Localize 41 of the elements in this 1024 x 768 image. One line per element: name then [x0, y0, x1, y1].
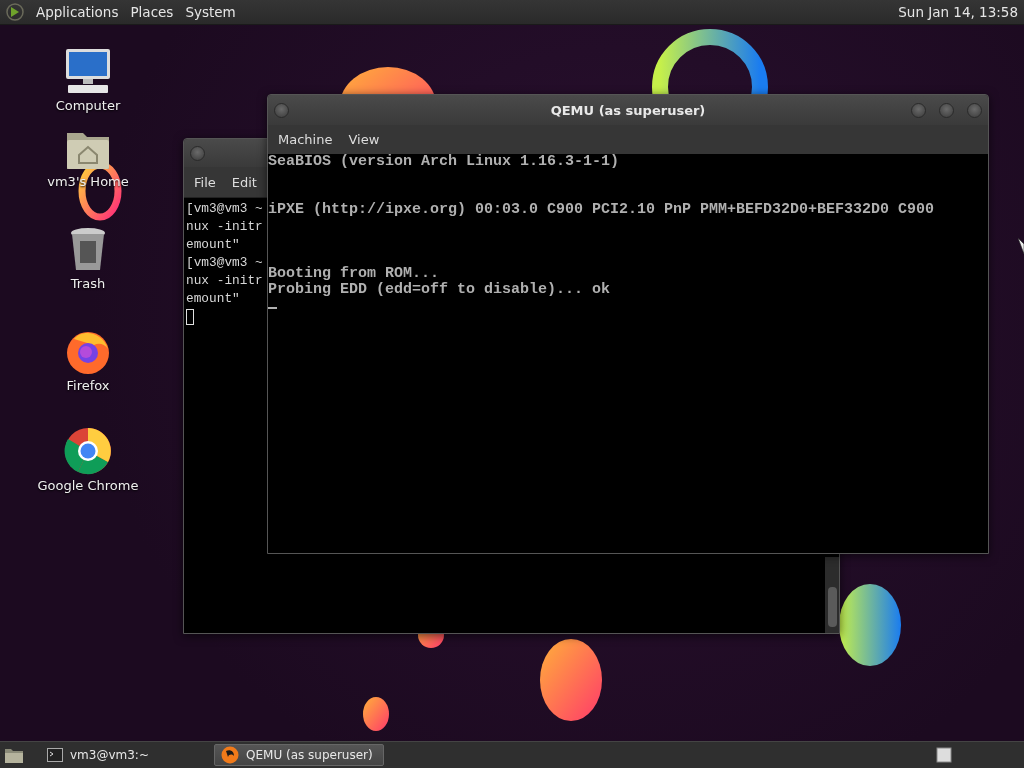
- window-button[interactable]: [190, 145, 205, 161]
- menu-item[interactable]: File: [188, 172, 222, 192]
- window-title: QEMU (as superuser): [550, 102, 706, 118]
- menu-item[interactable]: View: [342, 130, 386, 149]
- text-cursor: [268, 307, 277, 309]
- clock: Sun Jan 14, 13:58: [898, 4, 1018, 20]
- terminal-icon: [47, 748, 63, 762]
- window-button[interactable]: [939, 102, 954, 118]
- console-line: Booting from ROM...: [268, 266, 441, 282]
- panel-menu[interactable]: Applications: [36, 4, 119, 20]
- taskbar-button[interactable]: QEMU (as superuser): [214, 744, 384, 766]
- console-line: iPXE (http://ipxe.org) 00:03.0 C900 PCI2.10 PnP PMM+BEFD32D0+BEF332D0 C900: [268, 202, 936, 218]
- panel-menu[interactable]: System: [185, 4, 236, 20]
- icon-label[interactable]: Computer: [55, 98, 121, 114]
- icon-label[interactable]: Trash: [70, 276, 106, 292]
- terminal-line: [vm3@vm3 ~: [186, 254, 263, 272]
- computer-icon: [63, 47, 113, 95]
- menu-logo-icon[interactable]: [6, 3, 24, 21]
- window-button[interactable]: [967, 102, 982, 118]
- terminal-line: nux -initr: [186, 272, 263, 290]
- window-button[interactable]: [274, 102, 289, 118]
- bird-logo-icon: [221, 746, 239, 764]
- terminal-line: emount": [186, 290, 240, 308]
- terminal-line: [vm3@vm3 ~: [186, 200, 263, 218]
- text-cursor: [186, 309, 194, 325]
- menu-item[interactable]: Edit: [225, 172, 263, 192]
- workspace-icon[interactable]: [936, 747, 952, 763]
- icon-label[interactable]: Google Chrome: [37, 478, 139, 494]
- scrollbar[interactable]: [825, 557, 839, 633]
- console-line: Probing EDD (edd=off to disable)... ok: [268, 282, 612, 298]
- menu-item[interactable]: Machine: [272, 130, 339, 149]
- terminal-line: nux -initr: [186, 218, 263, 236]
- trash-icon: [68, 227, 108, 273]
- panel-menu[interactable]: Places: [130, 4, 174, 20]
- terminal-line: emount": [186, 236, 240, 254]
- icon-label[interactable]: Firefox: [66, 378, 110, 394]
- console-line: SeaBIOS (version Arch Linux 1.16.3-1-1): [268, 154, 621, 170]
- chrome-icon: [64, 427, 112, 475]
- taskbar-button[interactable]: vm3@vm3:~: [40, 744, 210, 766]
- window-button[interactable]: [911, 102, 926, 118]
- show-desktop-icon[interactable]: [4, 746, 24, 764]
